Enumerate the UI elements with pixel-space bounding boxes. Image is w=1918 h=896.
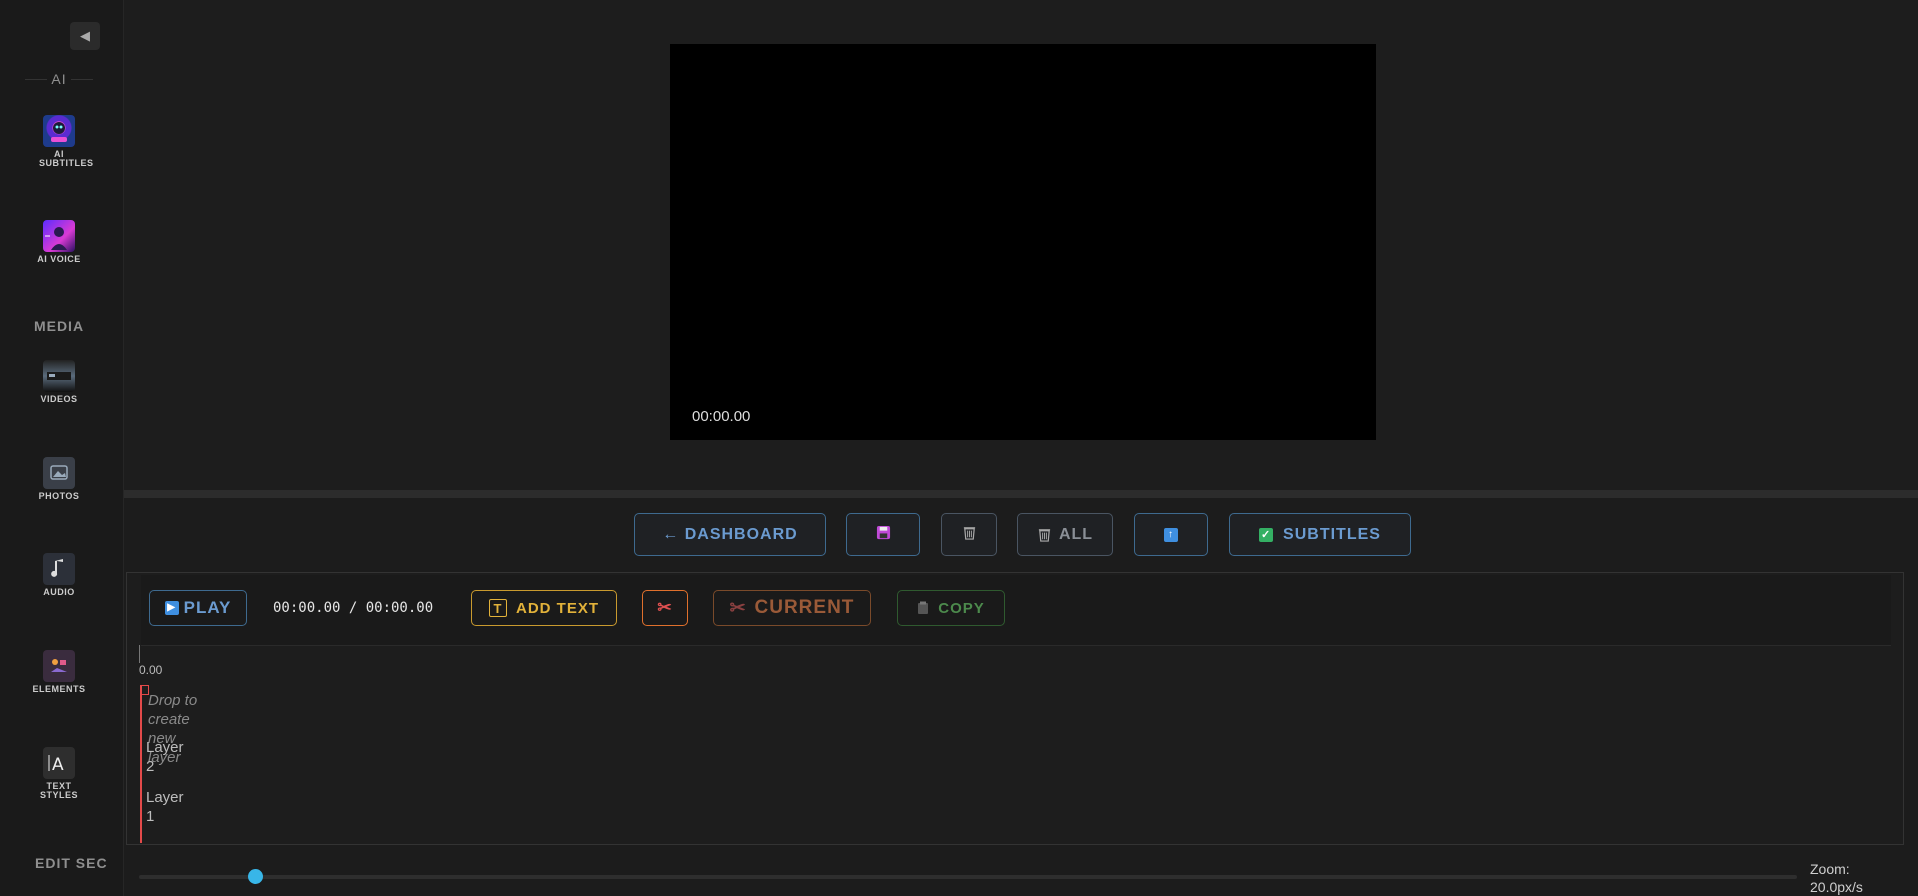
- sidebar-item-videos[interactable]: VIDEOS: [19, 360, 99, 404]
- export-button[interactable]: ↑: [1134, 513, 1208, 556]
- subtitles-label: SUBTITLES: [1283, 525, 1381, 543]
- ai-subtitles-icon: [43, 115, 75, 147]
- wastebasket-icon: [962, 525, 977, 545]
- timeline-ruler[interactable]: 0.00: [139, 645, 1839, 685]
- cut-button[interactable]: ✂: [642, 590, 688, 626]
- videos-icon: [43, 360, 75, 392]
- cut-current-button[interactable]: ✂ CURRENT: [713, 590, 871, 626]
- delete-button[interactable]: [941, 513, 997, 556]
- text-t-icon: T: [489, 599, 507, 617]
- audio-icon: [43, 553, 75, 585]
- svg-text:A: A: [52, 755, 64, 775]
- add-text-button[interactable]: T ADD TEXT: [471, 590, 617, 626]
- photos-icon: [43, 457, 75, 489]
- scissors-icon: ✂: [729, 597, 747, 619]
- floppy-disk-icon: [876, 525, 891, 545]
- save-button[interactable]: [846, 513, 920, 556]
- ruler-label: 0.00: [139, 663, 163, 677]
- ruler-tick: [139, 645, 140, 663]
- timeline-panel: ▶ PLAY 00:00.00 / 00:00.00 T ADD TEXT ✂ …: [126, 572, 1904, 845]
- sidebar: ◀ AI AI SUBTITLES AI VOICE MEDIA VIDEOS …: [0, 0, 124, 896]
- scissors-icon: ✂: [657, 598, 673, 617]
- clipboard-icon: [917, 601, 929, 615]
- editor-main: 00:00.00 ← DASHBOARD ALL ↑ ✓ SUBTITLES ▶…: [124, 0, 1918, 896]
- sidebar-item-photos[interactable]: PHOTOS: [19, 457, 99, 501]
- delete-all-button[interactable]: ALL: [1017, 513, 1113, 556]
- sidebar-item-label: ELEMENTS: [32, 684, 86, 694]
- play-button[interactable]: ▶ PLAY: [149, 590, 247, 626]
- sidebar-item-text-styles[interactable]: A TEXT STYLES: [19, 747, 99, 800]
- sidebar-item-audio[interactable]: AUDIO: [19, 553, 99, 597]
- layer-label[interactable]: Layer 2: [146, 738, 196, 776]
- text-styles-icon: A: [43, 747, 75, 779]
- check-mark-icon: ✓: [1259, 527, 1274, 542]
- sidebar-item-label: AUDIO: [43, 587, 75, 597]
- action-toolbar: ← DASHBOARD ALL ↑ ✓ SUBTITLES: [124, 510, 1918, 558]
- sidebar-item-label: PHOTOS: [38, 491, 80, 501]
- cut-current-label: CURRENT: [754, 597, 855, 618]
- zoom-slider-thumb[interactable]: [247, 869, 263, 884]
- preview-area: 00:00.00: [124, 0, 1918, 490]
- collapse-sidebar-button[interactable]: ◀: [70, 22, 100, 50]
- play-label: PLAY: [183, 598, 232, 617]
- section-title-ai: AI: [0, 71, 118, 87]
- sidebar-item-label: AI SUBTITLES: [39, 149, 94, 168]
- ai-voice-icon: [43, 220, 75, 252]
- sidebar-item-label: TEXT STYLES: [39, 781, 78, 800]
- sidebar-item-ai-subtitles[interactable]: AI SUBTITLES: [19, 115, 99, 168]
- zoom-slider-track[interactable]: [139, 875, 1797, 879]
- add-text-label: ADD TEXT: [516, 599, 599, 617]
- section-title-edit: EDIT SEC: [35, 855, 108, 871]
- zoom-label: Zoom: 20.0px/s: [1810, 861, 1863, 895]
- time-display: 00:00.00 / 00:00.00: [273, 600, 434, 616]
- layer-label[interactable]: Layer 1: [146, 788, 196, 826]
- sidebar-item-label: AI VOICE: [37, 254, 81, 264]
- dashboard-button[interactable]: ← DASHBOARD: [634, 513, 826, 556]
- timeline-controls: ▶ PLAY 00:00.00 / 00:00.00 T ADD TEXT ✂ …: [141, 575, 1891, 646]
- sidebar-item-ai-voice[interactable]: AI VOICE: [19, 220, 99, 264]
- playhead[interactable]: [140, 685, 142, 843]
- sidebar-item-elements[interactable]: ELEMENTS: [19, 650, 99, 694]
- resize-divider[interactable]: [124, 490, 1918, 498]
- section-title-media: MEDIA: [33, 318, 85, 334]
- up-arrow-icon: ↑: [1164, 527, 1178, 542]
- copy-button[interactable]: COPY: [897, 590, 1005, 626]
- wastebasket-icon: [1037, 527, 1052, 542]
- play-icon: ▶: [164, 601, 179, 615]
- zoom-control: Zoom: 20.0px/s: [124, 860, 1918, 896]
- sidebar-item-label: VIDEOS: [40, 394, 78, 404]
- elements-icon: [43, 650, 75, 682]
- copy-label: COPY: [938, 599, 985, 617]
- video-preview[interactable]: 00:00.00: [670, 44, 1376, 440]
- subtitles-toggle-button[interactable]: ✓ SUBTITLES: [1229, 513, 1411, 556]
- delete-all-label: ALL: [1058, 525, 1094, 543]
- preview-timestamp: 00:00.00: [692, 408, 751, 425]
